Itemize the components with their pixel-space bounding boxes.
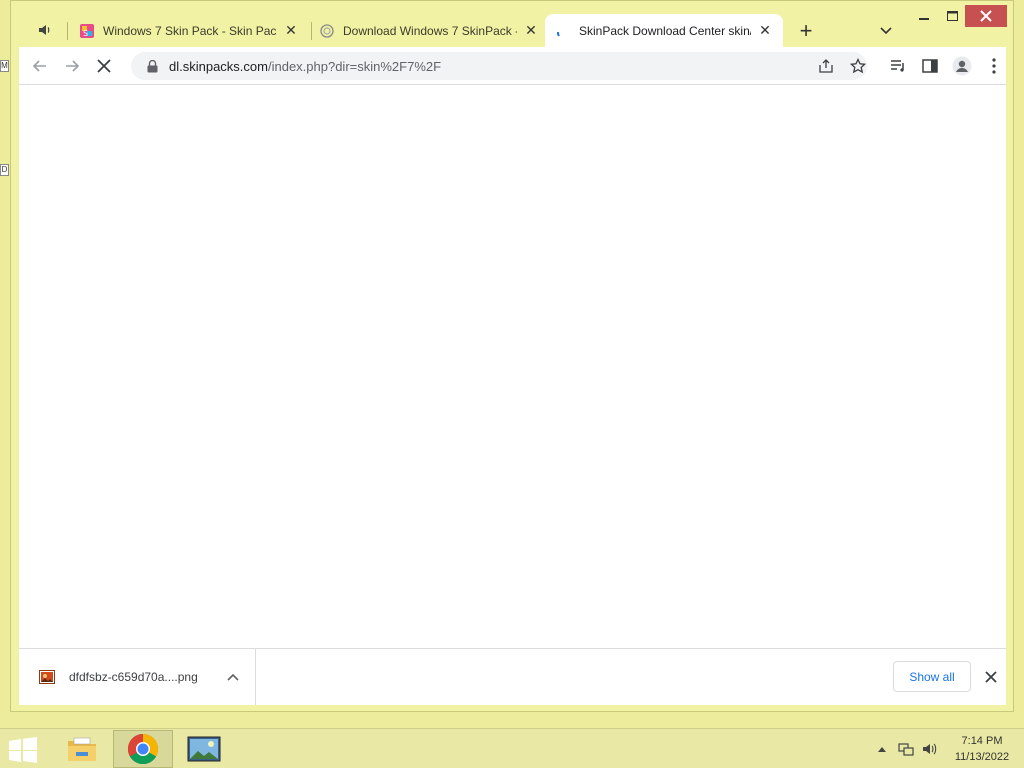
file-explorer-icon[interactable]	[52, 730, 112, 768]
stop-loading-button[interactable]	[93, 55, 115, 77]
reading-list-icon[interactable]	[887, 55, 909, 77]
url-host: dl.skinpacks.com	[169, 58, 268, 74]
desktop-icon-fragment[interactable]: D	[0, 164, 9, 176]
network-icon[interactable]	[896, 739, 916, 759]
skinpack-favicon: S	[79, 23, 95, 39]
forward-button[interactable]	[61, 55, 83, 77]
desktop-icon-fragment[interactable]: M	[0, 60, 9, 72]
tab-title: Download Windows 7 SkinPack -	[343, 23, 517, 38]
download-bar: dfdfsbz-c659d70a....png Show all	[19, 648, 1006, 705]
tab-skinpack-download-center[interactable]: SkinPack Download Center skin/7 ✕	[545, 14, 783, 47]
clock-date: 11/13/2022	[954, 751, 1010, 763]
bookmark-star-icon[interactable]	[847, 55, 869, 77]
menu-kebab-icon[interactable]	[983, 55, 1005, 77]
minimize-button[interactable]	[911, 5, 937, 27]
show-all-button[interactable]: Show all	[893, 661, 971, 692]
download-item[interactable]: dfdfsbz-c659d70a....png	[19, 649, 256, 705]
start-button[interactable]	[8, 737, 38, 763]
address-bar[interactable]: dl.skinpacks.com/index.php?dir=skin%2F7%…	[131, 52, 867, 80]
maximize-button[interactable]	[939, 5, 965, 27]
browser-toolbar: dl.skinpacks.com/index.php?dir=skin%2F7%…	[19, 47, 1006, 85]
tab-separator	[67, 22, 68, 40]
tab-title: Windows 7 Skin Pack - Skin Pack	[103, 23, 277, 38]
side-panel-icon[interactable]	[919, 55, 941, 77]
download-filename: dfdfsbz-c659d70a....png	[69, 670, 198, 684]
photo-viewer-icon[interactable]	[174, 730, 234, 768]
globe-favicon	[319, 23, 335, 39]
close-download-bar-icon[interactable]	[981, 667, 1001, 687]
url-path: /index.php?dir=skin%2F7%2F	[267, 58, 442, 74]
show-hidden-icons-arrow[interactable]	[876, 739, 888, 759]
tab-title: SkinPack Download Center skin/7	[579, 23, 751, 38]
lock-icon[interactable]	[145, 59, 159, 73]
tab-audio-icon[interactable]	[35, 20, 55, 40]
url-text: dl.skinpacks.com/index.php?dir=skin%2F7%…	[169, 59, 441, 74]
system-clock[interactable]: 7:14 PM 11/13/2022	[946, 733, 1018, 765]
chrome-icon[interactable]	[113, 730, 173, 768]
tab-search-chevron-icon[interactable]	[877, 22, 895, 40]
new-tab-button[interactable]: +	[795, 18, 817, 43]
share-icon[interactable]	[815, 55, 837, 77]
close-tab-icon[interactable]: ✕	[283, 22, 299, 39]
browser-window: S Windows 7 Skin Pack - Skin Pack ✕ Down…	[10, 0, 1014, 712]
close-tab-icon[interactable]: ✕	[523, 22, 539, 39]
tab-windows7-skinpack[interactable]: S Windows 7 Skin Pack - Skin Pack ✕	[69, 14, 309, 47]
back-button[interactable]	[29, 55, 51, 77]
volume-icon[interactable]	[920, 739, 940, 759]
image-file-icon	[39, 670, 55, 684]
tab-download-windows7[interactable]: Download Windows 7 SkinPack - ✕	[309, 14, 549, 47]
taskbar: 7:14 PM 11/13/2022	[0, 728, 1024, 768]
chevron-up-icon[interactable]	[225, 669, 241, 685]
profile-avatar-icon[interactable]	[951, 55, 973, 77]
loading-spinner-icon	[555, 23, 571, 39]
close-tab-icon[interactable]: ✕	[757, 22, 773, 39]
svg-text:S: S	[83, 29, 88, 38]
tab-strip: S Windows 7 Skin Pack - Skin Pack ✕ Down…	[11, 1, 1013, 47]
close-window-button[interactable]	[965, 5, 1007, 27]
page-content[interactable]	[19, 85, 1006, 648]
clock-time: 7:14 PM	[961, 735, 1003, 747]
